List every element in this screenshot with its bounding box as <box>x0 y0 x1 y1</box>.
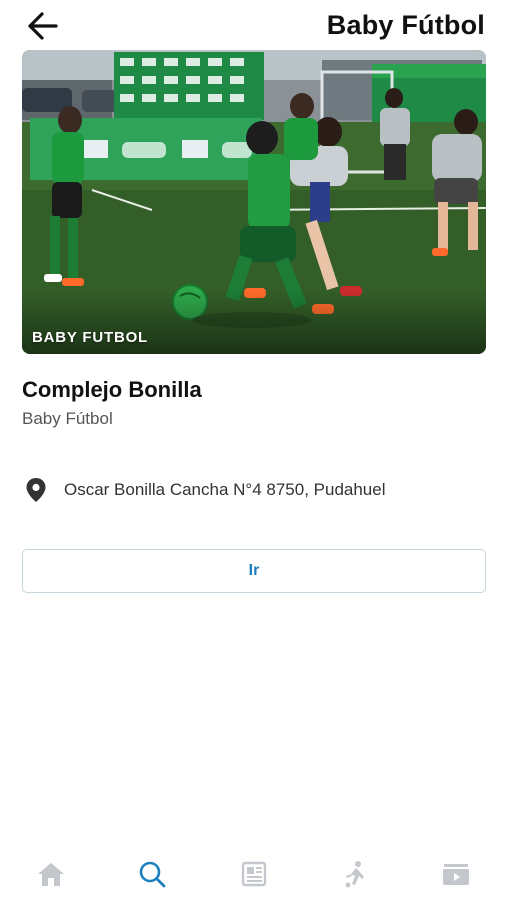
top-bar: Baby Fútbol <box>0 0 507 52</box>
page-title: Baby Fútbol <box>326 10 485 40</box>
tab-video[interactable] <box>406 848 507 900</box>
bottom-tab-bar <box>0 848 507 900</box>
tab-search[interactable] <box>101 848 202 900</box>
news-icon <box>241 861 266 887</box>
hero-caption: BABY FUTBOL <box>32 329 149 346</box>
back-button[interactable] <box>24 10 60 42</box>
tab-player[interactable] <box>304 848 405 900</box>
location-pin-icon <box>22 476 50 504</box>
tab-home[interactable] <box>0 848 101 900</box>
hero-image: BABY FUTBOL <box>22 50 486 354</box>
address-text: Oscar Bonilla Cancha N°4 8750, Pudahuel <box>64 480 386 499</box>
venue-category: Baby Fútbol <box>22 409 113 428</box>
home-icon <box>37 863 64 886</box>
player-icon <box>345 861 364 888</box>
tab-news[interactable] <box>203 848 304 900</box>
video-icon <box>443 864 470 885</box>
arrow-left-icon <box>28 12 58 40</box>
go-button[interactable]: Ir <box>22 549 486 593</box>
venue-name: Complejo Bonilla <box>22 377 202 402</box>
address-row: Oscar Bonilla Cancha N°4 8750, Pudahuel <box>22 476 386 504</box>
search-icon <box>139 861 166 888</box>
